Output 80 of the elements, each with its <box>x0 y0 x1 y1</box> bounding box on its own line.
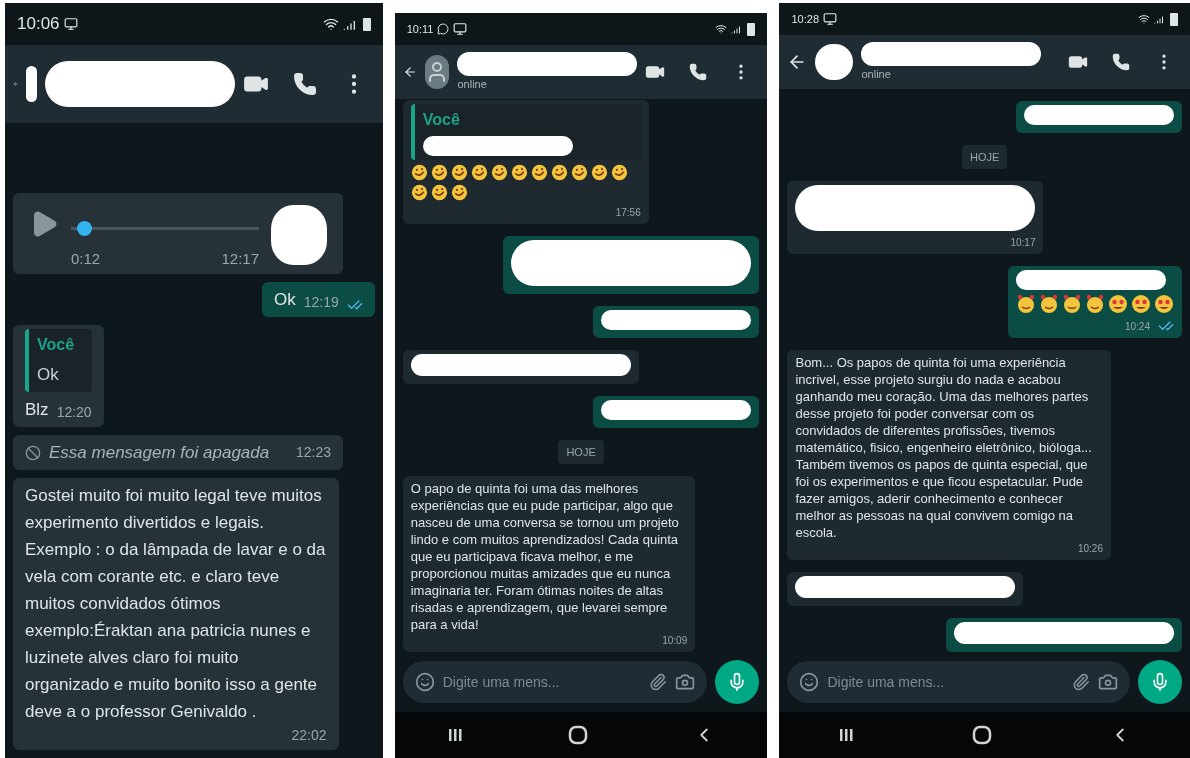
battery-icon <box>747 22 756 36</box>
battery-icon <box>362 17 371 31</box>
paperclip-icon[interactable] <box>649 673 668 691</box>
quote-text: Ok <box>37 364 60 386</box>
home-icon[interactable] <box>971 725 992 745</box>
audio-progress-track[interactable] <box>71 220 259 236</box>
date-chip: HOJE <box>962 144 1008 169</box>
quote-author: Você <box>37 335 76 355</box>
status-time: 10:11 <box>406 21 434 37</box>
laughing-emoji-icon <box>570 163 588 181</box>
smiling-hearts-emoji-icon <box>1062 294 1082 314</box>
smiling-hearts-emoji-icon <box>1085 294 1105 314</box>
battery-icon <box>1170 12 1178 26</box>
laughing-emoji-icon <box>470 163 488 181</box>
emoji-icon[interactable] <box>414 672 435 692</box>
laughing-emoji-icon <box>450 163 468 181</box>
message-text: Ok <box>273 289 296 311</box>
message-time: 10:17 <box>1010 236 1036 250</box>
smiling-hearts-emoji-icon <box>1016 294 1036 314</box>
camera-icon[interactable] <box>675 672 696 692</box>
message-text: O papo de quinta foi uma das melhores experiências que eu pude participar, algo que nasceu de uma conversa se tornou um projeto lindo e com muitos aprendizados! Cada quinta que eu participava ficava melhor, e me proporcionou muitas amizades que eu nunca imaginaria ter. Foram ótimas noites de altas risadas e aprendizagem, que levarei sempre para a vida! <box>410 480 680 633</box>
microphone-icon <box>1150 672 1170 692</box>
message-time: 12:17 <box>221 248 259 269</box>
message-time: 10:26 <box>1077 542 1103 556</box>
laughing-emoji-icon <box>490 163 508 181</box>
wifi-icon <box>1138 13 1150 25</box>
blocked-icon <box>25 444 41 461</box>
laughing-emoji-icon <box>550 163 568 181</box>
message-time: 22:02 <box>291 726 327 745</box>
home-icon[interactable] <box>568 725 589 745</box>
phone-icon[interactable] <box>1112 53 1130 71</box>
message-input-field[interactable]: Digite uma mens... <box>787 661 1130 703</box>
paperclip-icon[interactable] <box>1072 673 1090 691</box>
wifi-icon <box>322 16 339 32</box>
quote-author: Você <box>422 109 461 130</box>
emoji-icon[interactable] <box>799 672 820 692</box>
status-time: 10:06 <box>17 13 60 36</box>
message-text: Gostei muito foi muito legal teve muitos experimento divertidos e legais. Exemplo : o da lâmpada de lavar e o da vela com corante etc. e claro teve muitos convidados ótimos exemplo:Éraktan ana patricia nunes e luzinete alves claro foi muito organizado e muito bonito isso a gente deve a o professor Genivaldo . <box>25 485 327 723</box>
camera-icon[interactable] <box>1098 672 1118 692</box>
laughing-emoji-icon <box>410 183 428 201</box>
input-placeholder: Digite uma mens... <box>827 672 946 692</box>
message-time: 12:19 <box>303 293 339 312</box>
chat-bubble-icon <box>437 23 450 35</box>
recent-apps-icon[interactable] <box>838 727 855 743</box>
message-time: 17:56 <box>615 205 641 220</box>
message-time: 10:09 <box>662 634 688 648</box>
audio-duration: 0:12 <box>71 248 101 269</box>
laughing-emoji-icon <box>590 163 608 181</box>
microphone-button[interactable] <box>715 660 760 704</box>
recent-apps-icon[interactable] <box>447 727 464 743</box>
contact-status: online <box>457 76 488 92</box>
audio-progress-thumb[interactable] <box>76 220 92 236</box>
heart-eyes-emoji-icon <box>1131 294 1151 314</box>
message-time: 12:23 <box>295 443 331 462</box>
signal-icon <box>1154 13 1166 25</box>
deleted-message-text: Essa mensagem foi apagada <box>49 442 270 464</box>
message-time: 12:20 <box>56 403 92 422</box>
laughing-emoji-icon <box>430 163 448 181</box>
laughing-emoji-icon <box>530 163 548 181</box>
heart-eyes-emoji-icon <box>1108 294 1128 314</box>
wifi-icon <box>715 23 728 35</box>
status-time: 10:28 <box>791 11 819 27</box>
laughing-emoji-icon <box>450 183 468 201</box>
message-time: 10:24 <box>1124 320 1150 334</box>
date-chip: HOJE <box>558 439 604 464</box>
laughing-emoji-icon <box>610 163 628 181</box>
microphone-button[interactable] <box>1138 660 1182 704</box>
phone-icon[interactable] <box>689 63 708 81</box>
redaction-mark <box>271 204 327 265</box>
message-text: Bom... Os papos de quinta foi uma experiência incrivel, esse projeto surgiu do nada e acabou ganhando meu coração. Uma das melhores partes desse projeto foi poder conversar com os convidados de diferentes profissões, tivemos matemático, fisico, engenheiro eletrônico, bióloga... Também tivemos os papos de quinta especial, que foi os experimentos e que ficou espetacular. Pude fazer amigos, aderir conhecimento e conhecer melhor as pessoas na qual convivem comigo na escola. <box>795 354 1093 541</box>
input-placeholder: Digite uma mens... <box>442 672 561 692</box>
laughing-emoji-icon <box>410 163 428 181</box>
phone-icon[interactable] <box>292 72 317 96</box>
laughing-emoji-icon <box>510 163 528 181</box>
laughing-emoji-icon <box>430 183 448 201</box>
message-text: Blz <box>25 399 49 421</box>
smiling-hearts-emoji-icon <box>1039 294 1059 314</box>
contact-status: online <box>861 66 892 82</box>
message-input-field[interactable]: Digite uma mens... <box>402 661 708 703</box>
heart-eyes-emoji-icon <box>1154 294 1174 314</box>
